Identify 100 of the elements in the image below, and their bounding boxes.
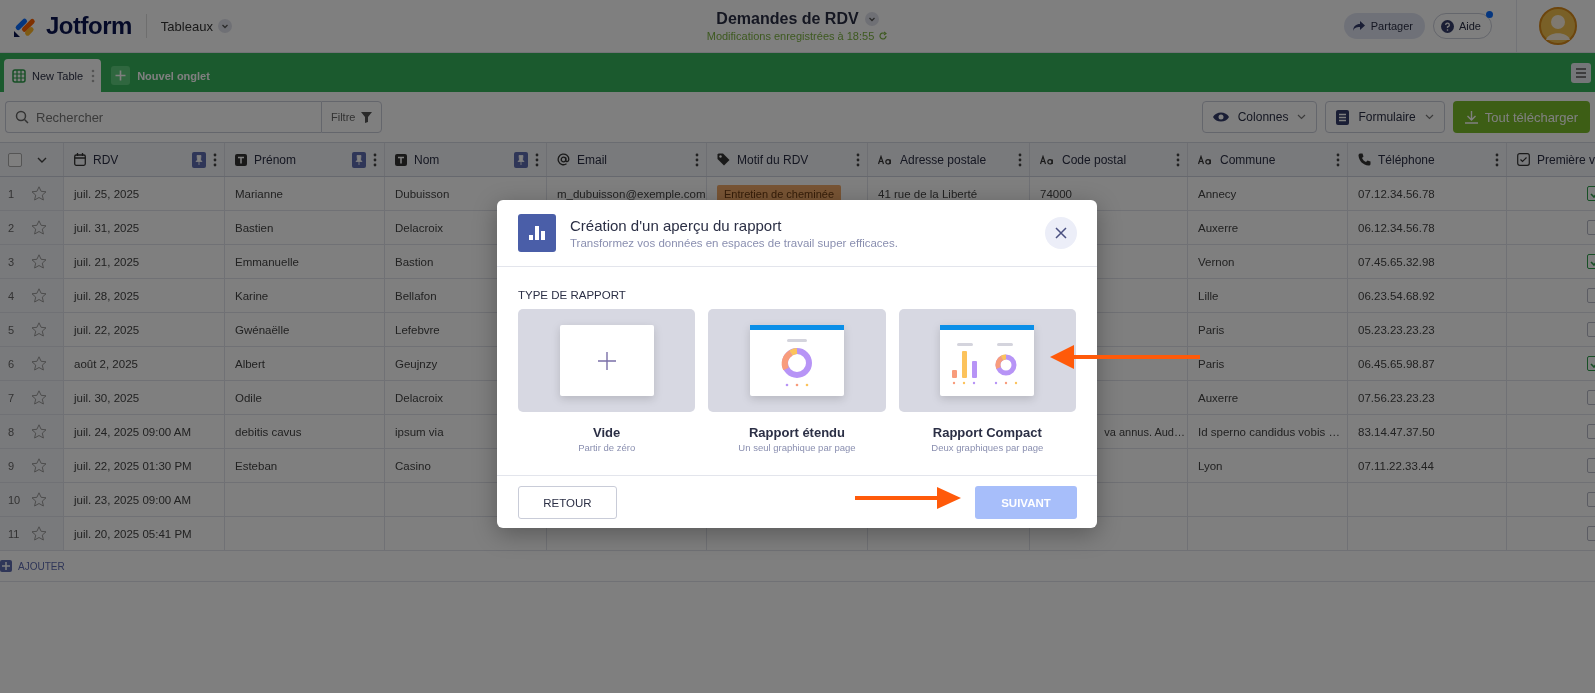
text-type-icon [235,153,247,166]
table-cell: août 2, 2025 [74,357,138,370]
search-field[interactable]: Rechercher [5,101,321,133]
table-cell: Bellafon [395,289,437,302]
table-grid-icon [12,68,26,83]
column-header[interactable]: RDV [93,152,119,167]
close-button[interactable] [1045,217,1077,249]
star-icon[interactable] [31,288,47,303]
dialog-subtitle: Transformez vos données en espaces de travail super efficaces. [570,237,898,249]
option-title: Vide [593,425,621,440]
star-icon[interactable] [31,322,47,337]
more-options-icon[interactable] [91,68,96,83]
star-icon[interactable] [31,526,47,541]
report-type-card[interactable] [518,309,696,412]
table-cell: Lyon [1198,459,1223,472]
table-cell: Bastion [395,255,434,268]
table-cell: Gwénaëlle [235,323,290,336]
table-cell: juil. 22, 2025 [74,323,140,336]
star-icon[interactable] [31,356,47,371]
table-cell: Delacroix [395,221,443,234]
table-cell: m_dubuisson@exemple.com [557,187,706,200]
more-options-icon[interactable] [213,152,217,167]
chevron-down-icon[interactable] [37,156,47,163]
help-icon [1440,19,1454,33]
checkbox-type-icon [1517,153,1530,166]
star-icon[interactable] [31,254,47,269]
select-all-checkbox[interactable] [8,152,22,167]
table-cell: juil. 31, 2025 [74,221,140,234]
star-icon[interactable] [31,492,47,507]
column-header[interactable]: Nom [414,152,440,167]
table-cell: juil. 23, 2025 09:00 AM [74,493,191,506]
more-options-icon[interactable] [1336,152,1340,167]
table-cell: Casino [395,459,431,472]
more-options-icon[interactable] [1018,152,1022,167]
more-options-icon[interactable] [373,152,377,167]
table-cell: Delacroix [395,391,443,404]
table-cell: Odile [235,391,262,404]
section-label: TYPE DE RAPPORT [518,289,627,301]
menu-icon[interactable] [1571,63,1591,83]
workspace-dropdown[interactable]: Tableaux [160,18,232,34]
star-icon[interactable] [31,186,47,201]
more-options-icon[interactable] [856,152,860,167]
add-row-button[interactable]: AJOUTER [0,560,65,572]
table-cell: 07.12.34.56.78 [1358,187,1435,200]
column-header[interactable]: Email [577,152,607,167]
more-options-icon[interactable] [695,152,699,167]
report-type-card[interactable] [708,309,886,412]
back-button[interactable]: RETOUR [518,486,617,519]
form-button[interactable]: Formulaire [1325,101,1445,133]
chevron-down-icon[interactable] [864,12,879,26]
filter-icon [361,111,373,123]
star-icon[interactable] [31,424,47,439]
table-cell: juil. 25, 2025 [74,187,140,200]
pin-icon[interactable] [192,151,206,168]
close-icon [1055,227,1067,239]
more-options-icon[interactable] [535,152,539,167]
star-icon[interactable] [31,390,47,405]
table-cell: juil. 21, 2025 [74,255,140,268]
star-icon[interactable] [31,458,47,473]
share-button[interactable]: Partager [1343,13,1425,39]
more-options-icon[interactable] [1176,152,1180,167]
option-subtitle: Deux graphiques par page [931,442,1044,453]
table-cell: Lille [1198,289,1219,302]
more-options-icon[interactable] [1495,152,1499,167]
report-type-card[interactable] [898,309,1076,412]
table-cell: Bastien [235,221,274,234]
column-header[interactable]: Commune [1220,152,1276,167]
column-header[interactable]: Première v [1537,152,1595,167]
chevron-down-icon[interactable] [217,19,232,33]
help-button[interactable]: Aide [1432,13,1492,39]
row-number: 1 [8,187,15,200]
column-header[interactable]: Prénom [254,152,297,167]
row-number: 5 [8,323,15,336]
logo-text[interactable]: Jotform [46,12,132,40]
table-cell: 07.45.65.32.98 [1358,255,1435,268]
calendar-icon [74,153,86,166]
short-text-icon [1040,154,1055,165]
table-cell: Albert [235,357,266,370]
short-text-icon [1198,154,1213,165]
row-number: 2 [8,221,15,234]
table-cell: 06.45.65.98.87 [1358,357,1435,370]
star-icon[interactable] [31,220,47,235]
table-cell: juil. 30, 2025 [74,391,140,404]
column-header[interactable]: Téléphone [1378,152,1435,167]
table-cell: 06.23.54.68.92 [1358,289,1435,302]
column-header[interactable]: Motif du RDV [737,152,809,167]
columns-button[interactable]: Colonnes [1201,101,1318,133]
dialog-title: Création d'un aperçu du rapport [570,217,783,234]
column-header[interactable]: Adresse postale [900,152,987,167]
pin-icon[interactable] [352,151,366,168]
pin-icon[interactable] [514,151,528,168]
filter-button[interactable]: Filtre [321,101,383,133]
avatar[interactable] [1539,7,1577,45]
column-header[interactable]: Code postal [1062,152,1127,167]
table-cell: Dubuisson [395,187,450,200]
table-cell: Paris [1198,323,1225,336]
table-tab[interactable]: New Table [4,59,102,92]
table-cell: Lefebvre [395,323,440,336]
document-title[interactable]: Demandes de RDV [716,10,859,28]
table-cell: va annus. Aud… [1104,425,1185,438]
